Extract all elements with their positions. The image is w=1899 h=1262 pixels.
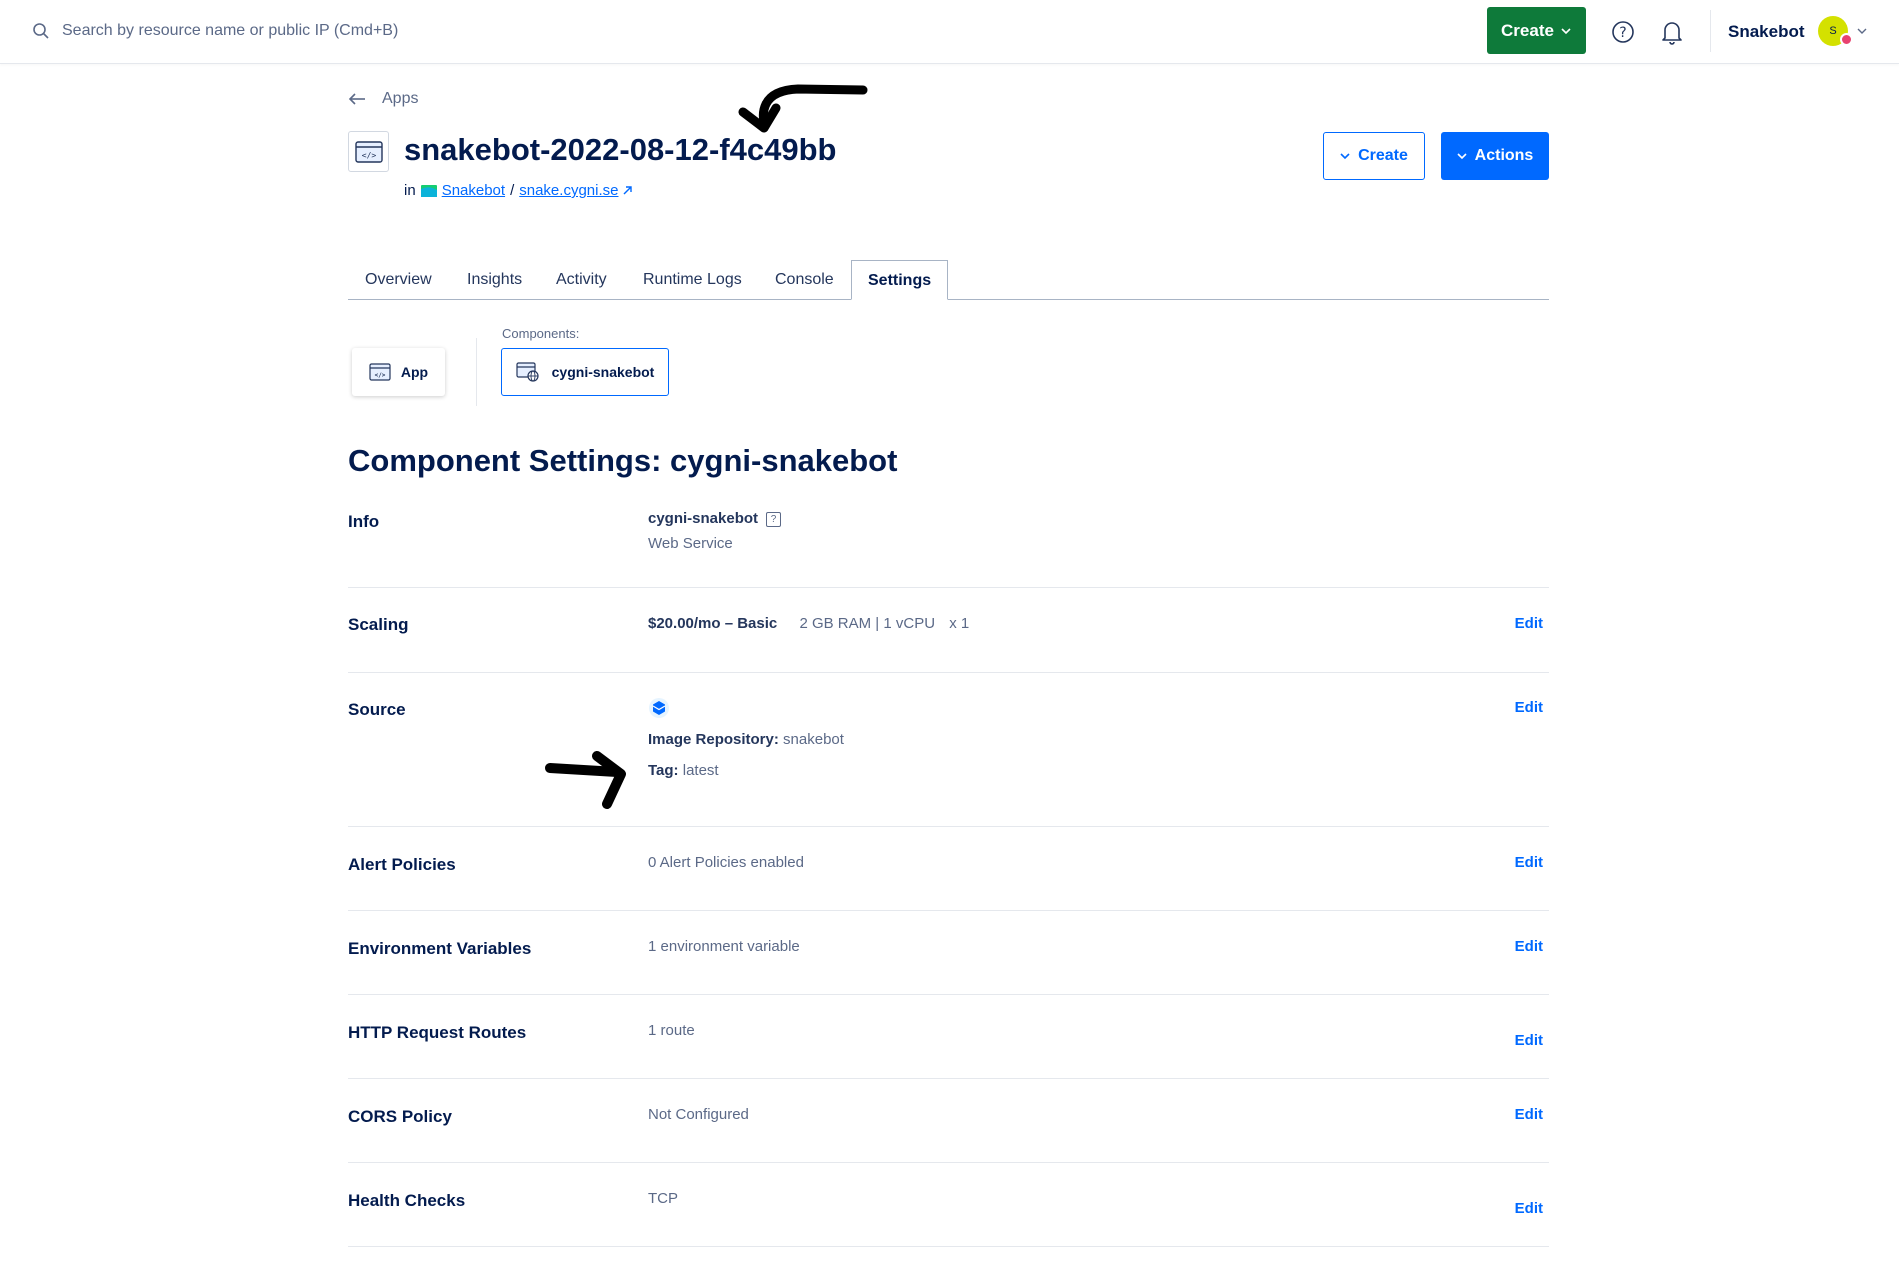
settings-row-health-checks: Health Checks TCP Edit [348,1163,1549,1247]
app-title: snakebot-2022-08-12-f4c49bb [404,132,837,167]
settings-row-alert-policies: Alert Policies 0 Alert Policies enabled … [348,827,1549,911]
scaling-value: $20.00/mo – Basic 2 GB RAM | 1 vCPU x 1 [648,615,969,632]
chevron-down-icon [1561,27,1571,34]
team-name[interactable]: Snakebot [1728,22,1805,42]
tab-bar: Overview Insights Activity Runtime Logs … [348,260,1549,300]
tab-overview[interactable]: Overview [365,271,432,289]
help-icon[interactable]: ? [766,511,782,527]
row-label: Environment Variables [348,939,532,958]
component-cygni-snakebot[interactable]: cygni-snakebot [501,348,669,396]
component-type: Web Service [648,535,733,552]
app-component-label: App [400,364,429,380]
back-to-apps-link[interactable]: Apps [348,90,418,108]
settings-row-scaling: Scaling $20.00/mo – Basic 2 GB RAM | 1 v… [348,588,1549,673]
scaling-count: x 1 [949,615,970,632]
settings-row-info: Info cygni-snakebot? Web Service [348,500,1549,588]
actions-button-label: Actions [1474,147,1534,164]
help-icon[interactable]: ? [1611,20,1635,44]
settings-row-cors: CORS Policy Not Configured Edit [348,1079,1549,1163]
scaling-specs: 2 GB RAM | 1 vCPU [799,615,936,632]
external-link-icon[interactable] [623,186,633,195]
source-value: Image Repository: snakebot Tag: latest [648,697,844,779]
separator: / [510,182,515,199]
edit-scaling-button[interactable]: Edit [1515,615,1543,632]
cors-value: Not Configured [648,1106,749,1123]
project-link[interactable]: Snakebot [442,182,505,199]
row-label: Health Checks [348,1191,466,1210]
arrow-left-icon [348,93,365,105]
info-value: cygni-snakebot? Web Service [648,510,782,552]
components-label: Components: [502,326,580,341]
row-label: HTTP Request Routes [348,1023,527,1042]
svg-text:</>: </> [361,151,376,160]
web-service-icon [516,362,539,382]
chevron-down-icon [1457,153,1467,160]
create-label: Create [1501,20,1554,40]
alert-policies-value: 0 Alert Policies enabled [648,854,804,871]
container-registry-icon [649,698,669,718]
bell-icon[interactable] [1660,19,1684,45]
breadcrumb-apps[interactable]: Apps [382,90,418,108]
row-label: CORS Policy [348,1107,452,1126]
search-icon [33,23,49,39]
create-dropdown-button[interactable]: Create [1487,7,1586,54]
search-bar[interactable]: Search by resource name or public IP (Cm… [32,22,398,40]
component-divider [476,338,477,406]
edit-health-checks-button[interactable]: Edit [1515,1200,1543,1217]
actions-button[interactable]: Actions [1441,132,1549,180]
settings-row-env-vars: Environment Variables 1 environment vari… [348,911,1549,995]
tag-key: Tag: [648,762,679,779]
top-bar: Search by resource name or public IP (Cm… [0,0,1899,64]
tag-value: latest [682,762,719,779]
repo-value: snakebot [783,731,844,748]
edit-source-button[interactable]: Edit [1515,699,1543,716]
app-subtitle: in Snakebot / snake.cygni.se [404,182,633,199]
edit-env-vars-button[interactable]: Edit [1515,938,1543,955]
search-input[interactable]: Search by resource name or public IP (Cm… [62,22,398,40]
routes-value: 1 route [648,1022,695,1039]
env-vars-value: 1 environment variable [648,938,800,955]
edit-alert-policies-button[interactable]: Edit [1515,854,1543,871]
component-name: cygni-snakebot [551,364,655,380]
tab-activity[interactable]: Activity [556,271,607,289]
settings-row-http-routes: HTTP Request Routes 1 route Edit [348,995,1549,1079]
health-checks-value: TCP [648,1190,678,1207]
code-window-icon: </> [354,140,383,163]
tab-console[interactable]: Console [775,271,834,289]
row-label: Source [348,700,406,719]
project-icon [420,184,437,197]
svg-text:</>: </> [374,372,385,379]
chevron-down-icon [1340,153,1350,160]
scaling-price: $20.00/mo – Basic [648,615,778,632]
app-icon: </> [348,131,389,172]
create-button-label: Create [1358,147,1408,164]
domain-link[interactable]: snake.cygni.se [519,182,618,199]
component-name-value: cygni-snakebot [648,510,759,527]
create-button[interactable]: Create [1323,132,1425,180]
tab-runtime-logs[interactable]: Runtime Logs [643,271,742,289]
row-label: Scaling [348,615,409,634]
repo-key: Image Repository: [648,731,779,748]
row-label: Alert Policies [348,855,456,874]
annotation-arrow-left [738,84,868,133]
row-label: Info [348,512,380,531]
tab-insights[interactable]: Insights [467,271,522,289]
app-component-button[interactable]: </> App [352,348,445,396]
code-window-icon: </> [369,363,391,381]
settings-row-source: Source Image Repository: snakebot Tag: l… [348,673,1549,827]
tab-settings[interactable]: Settings [851,260,949,300]
in-label: in [404,182,416,199]
edit-cors-button[interactable]: Edit [1515,1106,1543,1123]
component-settings-title: Component Settings: cygni-snakebot [348,443,898,478]
avatar-badge [1840,33,1853,46]
svg-text:?: ? [1619,25,1626,41]
top-divider [1710,10,1711,52]
edit-routes-button[interactable]: Edit [1515,1032,1543,1049]
chevron-down-icon[interactable] [1856,25,1868,37]
